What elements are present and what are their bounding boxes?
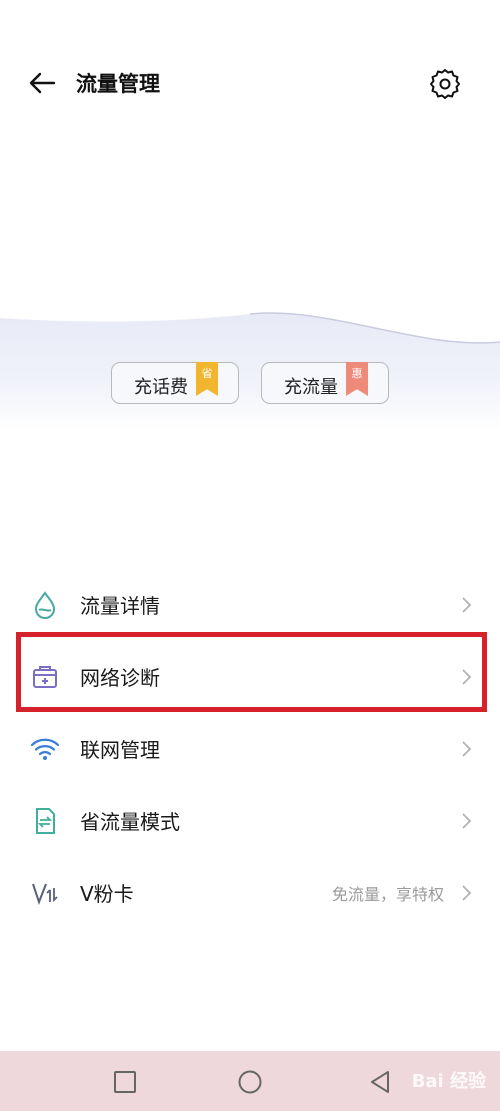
settings-button[interactable]	[428, 66, 462, 100]
recharge-data-label: 充流量	[284, 377, 338, 398]
water-drop-icon	[34, 591, 56, 619]
recharge-data-button[interactable]: 充流量 惠	[261, 362, 389, 404]
v-card-icon	[32, 883, 58, 905]
v-card-subtitle: 免流量，享特权	[331, 885, 444, 904]
list-item-label: 流量详情	[80, 594, 160, 618]
page-title: 流量管理	[76, 72, 160, 96]
system-nav-bar: Bai 经验	[0, 1051, 500, 1111]
list-item-data-details[interactable]: 流量详情	[0, 568, 500, 640]
chevron-right-icon	[462, 885, 472, 901]
data-management-screen: 流量管理 充话费 省 充流量 惠 流量详情 网络诊断 联网管理 省流量模式 V粉…	[0, 0, 500, 1111]
promo-band: 充话费 省 充流量 惠	[0, 300, 500, 432]
header: 流量管理	[0, 52, 500, 112]
discount-tag: 惠	[346, 362, 368, 396]
chevron-right-icon	[462, 741, 472, 757]
list-item-network-management[interactable]: 联网管理	[0, 712, 500, 784]
chevron-right-icon	[462, 597, 472, 613]
settings-list: 流量详情 网络诊断 联网管理 省流量模式 V粉卡 免流量，享特权	[0, 568, 500, 928]
back-arrow-icon	[29, 72, 56, 94]
data-saver-icon	[36, 808, 55, 834]
save-tag: 省	[196, 362, 218, 396]
list-item-data-saver[interactable]: 省流量模式	[0, 784, 500, 856]
watermark: Bai 经验	[411, 1071, 486, 1092]
back-nav-button[interactable]	[367, 1069, 393, 1095]
list-item-label: 省流量模式	[80, 810, 180, 834]
chevron-right-icon	[462, 813, 472, 829]
recharge-fee-label: 充话费	[134, 377, 188, 398]
recent-apps-button[interactable]	[112, 1069, 138, 1095]
recharge-fee-button[interactable]: 充话费 省	[111, 362, 239, 404]
wave-decoration	[0, 300, 500, 344]
back-button[interactable]	[26, 66, 60, 100]
home-button[interactable]	[237, 1069, 263, 1095]
wifi-icon	[30, 738, 60, 760]
highlight-box	[16, 632, 487, 712]
list-item-v-card[interactable]: V粉卡 免流量，享特权	[0, 856, 500, 928]
gear-icon	[430, 69, 460, 99]
list-item-label: 联网管理	[80, 738, 160, 762]
list-item-label: V粉卡	[80, 882, 134, 906]
